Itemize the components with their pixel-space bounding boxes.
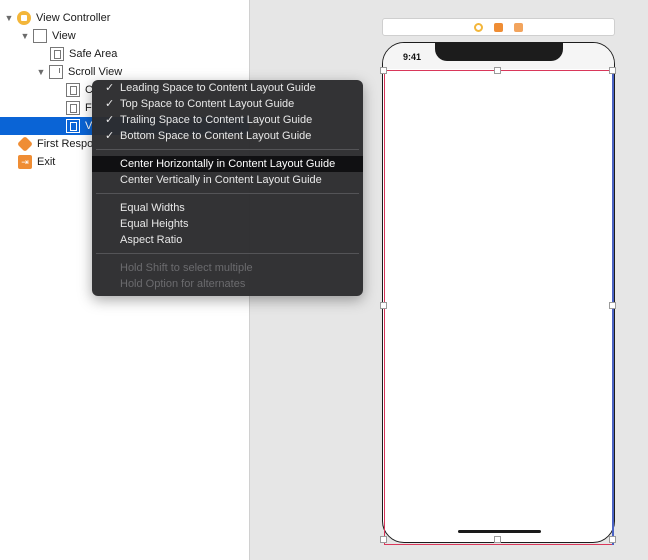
menu-item-label: Aspect Ratio	[120, 234, 183, 246]
outline-item-scroll-view[interactable]: ▼ Scroll View	[0, 63, 249, 81]
menu-item-label: Trailing Space to Content Layout Guide	[120, 114, 313, 126]
disclosure-triangle-icon[interactable]: ▼	[20, 31, 30, 41]
resize-handle[interactable]	[494, 536, 501, 543]
outline-item-view-controller[interactable]: ▼ View Controller	[0, 9, 249, 27]
menu-item-label: Equal Widths	[120, 202, 185, 214]
home-indicator	[458, 530, 541, 533]
menu-item-equal-heights[interactable]: Equal Heights	[92, 216, 363, 232]
menu-hint-label: Hold Option for alternates	[120, 278, 246, 290]
menu-item-label: Equal Heights	[120, 218, 189, 230]
menu-separator	[96, 149, 359, 150]
resize-handle[interactable]	[609, 302, 616, 309]
disclosure-triangle-icon[interactable]: ▼	[36, 67, 46, 77]
menu-item-equal-widths[interactable]: Equal Widths	[92, 200, 363, 216]
resize-handle[interactable]	[380, 536, 387, 543]
menu-item-label: Top Space to Content Layout Guide	[120, 98, 295, 110]
menu-item-aspect-ratio[interactable]: Aspect Ratio	[92, 232, 363, 248]
menu-hint-option: Hold Option for alternates	[92, 276, 363, 292]
outline-item-label: Scroll View	[68, 66, 123, 78]
device-notch	[435, 43, 563, 61]
resize-handle[interactable]	[380, 302, 387, 309]
view-icon	[33, 29, 47, 43]
outline-item-label: F	[85, 102, 92, 114]
outline-item-label: First Respo	[37, 138, 94, 150]
outline-item-label: Exit	[37, 156, 56, 168]
view-icon	[66, 101, 80, 115]
resize-handle[interactable]	[380, 67, 387, 74]
menu-separator	[96, 253, 359, 254]
menu-item-label: Bottom Space to Content Layout Guide	[120, 130, 312, 142]
menu-item-trailing-space[interactable]: ✓ Trailing Space to Content Layout Guide	[92, 112, 363, 128]
view-controller-icon[interactable]	[474, 22, 483, 32]
menu-item-center-horizontally[interactable]: Center Horizontally in Content Layout Gu…	[92, 156, 363, 172]
first-responder-icon[interactable]	[494, 22, 503, 32]
first-responder-icon	[17, 136, 33, 152]
view-icon	[66, 83, 80, 97]
exit-icon[interactable]	[514, 22, 523, 32]
status-time: 9:41	[403, 52, 422, 62]
menu-item-bottom-space[interactable]: ✓ Bottom Space to Content Layout Guide	[92, 128, 363, 144]
checkmark-icon: ✓	[105, 114, 115, 126]
outline-item-view[interactable]: ▼ View	[0, 27, 249, 45]
menu-item-label: Center Vertically in Content Layout Guid…	[120, 174, 322, 186]
checkmark-icon: ✓	[105, 130, 115, 142]
view-controller-icon	[17, 11, 31, 25]
disclosure-triangle-icon[interactable]: ▼	[4, 13, 14, 23]
device-frame[interactable]: 9:41	[382, 42, 615, 543]
resize-handle[interactable]	[609, 67, 616, 74]
exit-icon: ⇥	[18, 155, 32, 169]
safe-area-icon	[50, 47, 64, 61]
constraint-context-menu: ✓ Leading Space to Content Layout Guide …	[92, 80, 363, 296]
menu-item-label: Center Horizontally in Content Layout Gu…	[120, 158, 336, 170]
view-icon	[66, 119, 80, 133]
menu-hint-shift: Hold Shift to select multiple	[92, 260, 363, 276]
scene-dock	[382, 18, 615, 36]
resize-handle[interactable]	[494, 67, 501, 74]
resize-handle[interactable]	[609, 536, 616, 543]
menu-item-center-vertically[interactable]: Center Vertically in Content Layout Guid…	[92, 172, 363, 188]
menu-hint-label: Hold Shift to select multiple	[120, 262, 253, 274]
menu-item-leading-space[interactable]: ✓ Leading Space to Content Layout Guide	[92, 80, 363, 96]
outline-item-label: View	[52, 30, 76, 42]
menu-separator	[96, 193, 359, 194]
outline-item-safe-area[interactable]: Safe Area	[0, 45, 249, 63]
checkmark-icon: ✓	[105, 82, 115, 94]
outline-item-label: View Controller	[36, 12, 111, 24]
outline-item-label: Safe Area	[69, 48, 118, 60]
menu-item-top-space[interactable]: ✓ Top Space to Content Layout Guide	[92, 96, 363, 112]
checkmark-icon: ✓	[105, 98, 115, 110]
scroll-view-icon	[49, 65, 63, 79]
menu-item-label: Leading Space to Content Layout Guide	[120, 82, 316, 94]
